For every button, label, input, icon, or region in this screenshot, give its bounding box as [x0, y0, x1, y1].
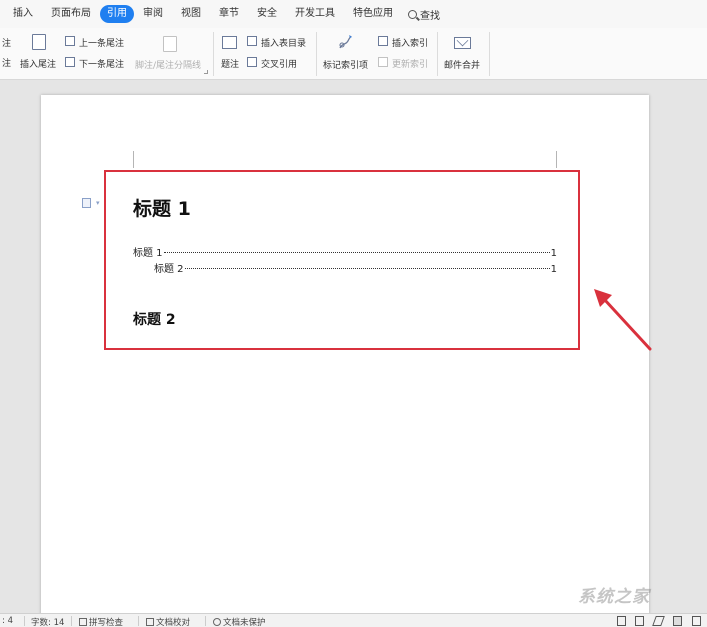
toc-entry-text: 标题 2 [154, 264, 184, 275]
menu-special-apps[interactable]: 特色应用 [344, 5, 402, 23]
status-divider [205, 616, 206, 626]
page-indicator[interactable]: : 4 [2, 616, 13, 626]
mail-icon [454, 37, 471, 49]
prev-endnote-label: 上一条尾注 [79, 39, 125, 49]
crop-mark [133, 151, 134, 168]
doc-protection-button[interactable]: 文档未保护 [213, 616, 266, 627]
ribbon-divider [437, 32, 438, 76]
ribbon-edge-label-top: 注 [2, 39, 12, 49]
ribbon-toolbar: 注 注 插入尾注 上一条尾注 下一条尾注 脚注/尾注分隔线 题注 插入表目录 交… [0, 28, 707, 80]
insert-index-label: 插入索引 [392, 39, 429, 49]
caption-icon [222, 36, 237, 49]
cross-reference-label: 交叉引用 [261, 60, 298, 70]
pointer-arrow-icon [594, 289, 652, 351]
toc-leader-dots [184, 268, 550, 269]
separator-icon [163, 36, 177, 52]
next-endnote-label: 下一条尾注 [79, 60, 125, 70]
page-view-icon[interactable] [673, 616, 682, 626]
ribbon-divider [489, 32, 490, 76]
chevron-down-icon[interactable]: ▾ [96, 199, 100, 207]
menu-page-layout[interactable]: 页面布局 [42, 5, 100, 23]
search-button[interactable]: 查找 [402, 7, 446, 22]
spell-check-label: 拼写检查 [89, 618, 124, 627]
edit-mode-icon[interactable] [652, 616, 665, 626]
mark-index-entry-label: 标记索引项 [323, 61, 369, 71]
read-mode-icon[interactable] [635, 616, 644, 626]
doc-proofread-button[interactable]: 文档校对 [146, 616, 190, 627]
crop-mark [556, 151, 557, 168]
ribbon-divider [316, 32, 317, 76]
table-of-figures-icon [247, 36, 257, 46]
ribbon-divider [213, 32, 214, 76]
fullscreen-icon[interactable] [617, 616, 626, 626]
doc-protection-label: 文档未保护 [223, 618, 266, 627]
toc-entry-page: 1 [550, 248, 557, 259]
mark-index-icon [339, 35, 352, 49]
caption-label: 题注 [221, 60, 240, 70]
mail-merge-label: 邮件合并 [444, 61, 481, 71]
toc-entry-page: 1 [550, 264, 557, 275]
menu-security[interactable]: 安全 [248, 5, 286, 23]
toc-leader-dots [163, 252, 550, 253]
update-index-label: 更新索引 [392, 60, 429, 70]
heading-1[interactable]: 标题 1 [133, 194, 191, 221]
toc-entry[interactable]: 标题 2 1 [154, 260, 557, 275]
spell-check-icon [79, 618, 87, 626]
dialog-launcher-icon[interactable] [204, 70, 208, 74]
menu-developer-tools[interactable]: 开发工具 [286, 5, 344, 23]
status-bar: : 4 字数: 14 拼写检查 文档校对 文档未保护 [0, 613, 707, 627]
menu-review[interactable]: 审阅 [134, 5, 172, 23]
heading-2[interactable]: 标题 2 [133, 309, 176, 329]
next-endnote-icon [65, 57, 75, 67]
search-icon [408, 9, 417, 19]
status-divider [138, 616, 139, 626]
document-page[interactable]: 标题 1 标题 1 1 标题 2 1 标题 2 [41, 95, 649, 617]
menu-section[interactable]: 章节 [210, 5, 248, 23]
menu-insert[interactable]: 插入 [4, 5, 42, 23]
insert-endnote-label: 插入尾注 [20, 60, 57, 70]
ribbon-edge-label-bottom: 注 [2, 59, 12, 69]
menu-view[interactable]: 视图 [172, 5, 210, 23]
menu-references[interactable]: 引用 [100, 5, 134, 23]
field-handle-icon[interactable] [82, 198, 91, 208]
status-divider [71, 616, 72, 626]
word-count[interactable]: 字数: 14 [31, 616, 64, 627]
status-divider [24, 616, 25, 626]
separator-line-label: 脚注/尾注分隔线 [135, 61, 202, 71]
endnote-icon [32, 34, 46, 50]
menu-bar: 插入 页面布局 引用 审阅 视图 章节 安全 开发工具 特色应用 查找 [0, 0, 707, 28]
watermark-logo: 系统之家 [578, 587, 650, 607]
proofread-icon [146, 618, 154, 626]
cross-reference-icon [247, 57, 257, 67]
insert-table-of-figures-label: 插入表目录 [261, 39, 307, 49]
search-label: 查找 [420, 10, 440, 22]
protection-icon [213, 618, 221, 626]
toc-entry[interactable]: 标题 1 1 [133, 244, 557, 259]
doc-proofread-label: 文档校对 [156, 618, 191, 627]
prev-endnote-icon [65, 36, 75, 46]
update-index-icon [378, 57, 388, 67]
web-view-icon[interactable] [692, 616, 701, 626]
toc-entry-text: 标题 1 [133, 248, 163, 259]
insert-index-icon [378, 36, 388, 46]
spell-check-button[interactable]: 拼写检查 [79, 616, 123, 627]
